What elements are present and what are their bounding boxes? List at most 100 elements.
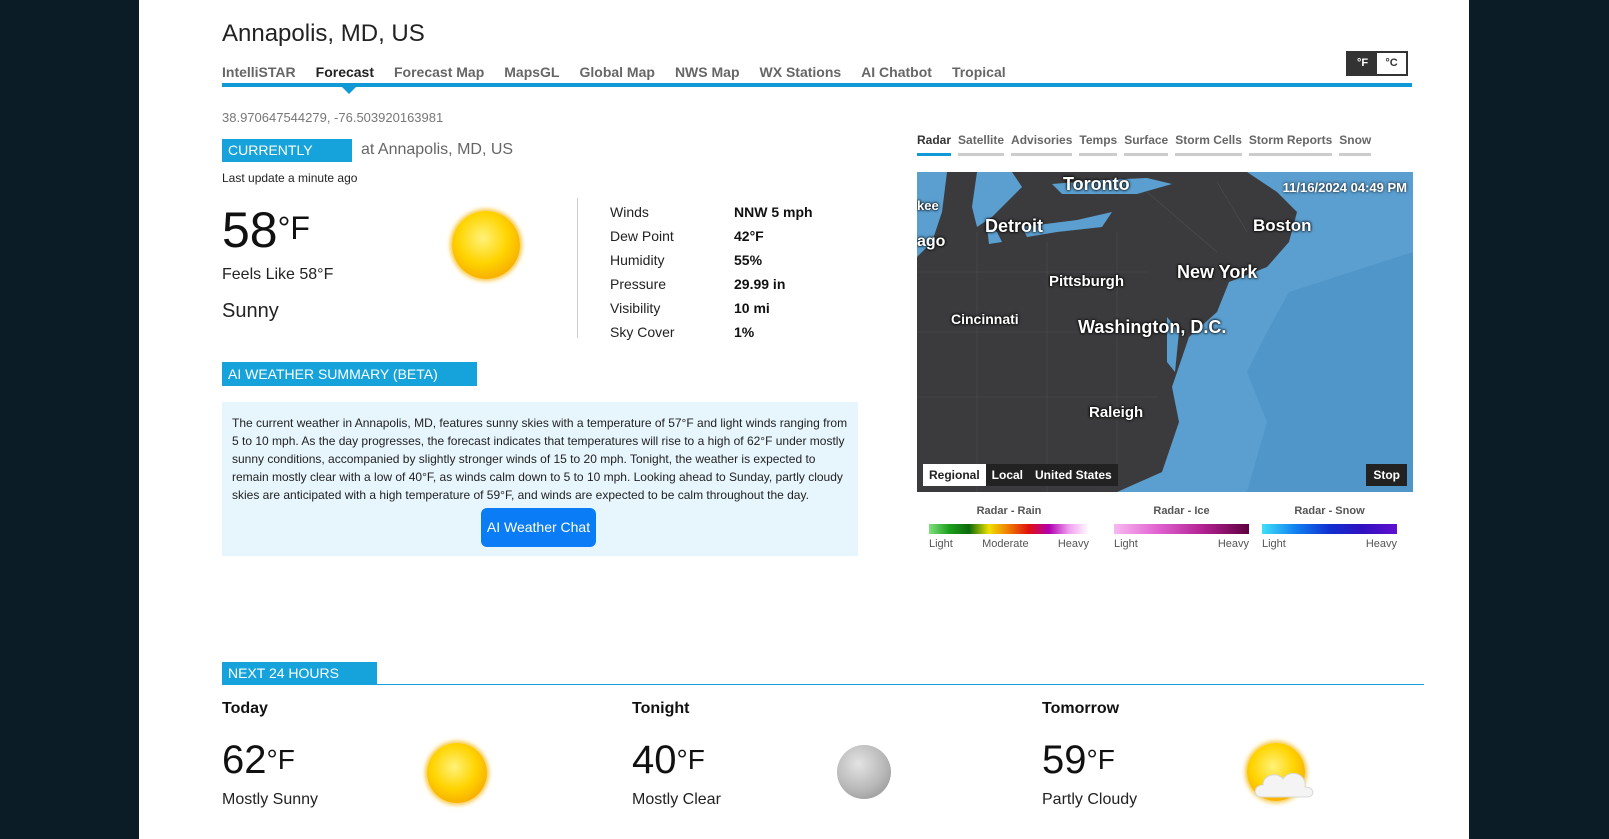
current-condition: Sunny xyxy=(222,300,279,322)
unit-f-option[interactable]: °F xyxy=(1348,53,1377,74)
map-scope-buttons: Regional Local United States xyxy=(923,464,1118,486)
feels-like: Feels Like 58°F xyxy=(222,266,334,283)
map-tab-storm-cells[interactable]: Storm Cells xyxy=(1175,133,1242,156)
moon-icon xyxy=(837,745,891,799)
tab-tropical[interactable]: Tropical xyxy=(952,64,1006,80)
detail-row: Humidity 55% xyxy=(610,248,813,272)
active-tab-caret-icon xyxy=(342,87,356,94)
legend-rain-bar xyxy=(929,524,1089,534)
detail-key: Winds xyxy=(610,204,649,220)
tab-intellistar[interactable]: IntelliSTAR xyxy=(222,64,296,80)
detail-value: 42°F xyxy=(734,228,764,244)
detail-value: 55% xyxy=(734,252,763,268)
forecast-period-tomorrow: Tomorrow 59°F Partly Cloudy xyxy=(1042,700,1382,830)
last-update: Last update a minute ago xyxy=(222,171,358,185)
map-tab-temps[interactable]: Temps xyxy=(1079,133,1118,156)
tab-nws-map[interactable]: NWS Map xyxy=(675,64,740,80)
tab-global-map[interactable]: Global Map xyxy=(579,64,654,80)
page-container: Annapolis, MD, US °F °C IntelliSTAR Fore… xyxy=(139,0,1469,839)
scope-us-button[interactable]: United States xyxy=(1029,464,1118,486)
scope-regional-button[interactable]: Regional xyxy=(923,464,986,486)
legend-title: Radar - Snow xyxy=(1294,505,1365,517)
section-divider xyxy=(222,684,1424,685)
forecast-period-tonight: Tonight 40°F Mostly Clear xyxy=(632,700,972,830)
radar-map[interactable]: Toronto Detroit kee ago Boston Pittsburg… xyxy=(917,172,1413,492)
period-temperature: 40°F xyxy=(632,740,705,780)
page-title: Annapolis, MD, US xyxy=(222,20,425,47)
map-city-label: ago xyxy=(917,233,946,250)
map-tab-advisories[interactable]: Advisories xyxy=(1011,133,1073,156)
legend-rain: Radar - Rain Light Moderate Heavy xyxy=(929,505,1089,550)
detail-row: Winds NNW 5 mph xyxy=(610,200,813,224)
detail-value: NNW 5 mph xyxy=(734,204,813,220)
legend-snow-bar xyxy=(1262,524,1397,534)
ai-weather-chat-button[interactable]: AI Weather Chat xyxy=(481,508,596,547)
legend-ice: Radar - Ice Light Heavy xyxy=(1114,505,1249,550)
map-tab-snow[interactable]: Snow xyxy=(1339,133,1372,156)
ai-summary-text: The current weather in Annapolis, MD, fe… xyxy=(232,416,848,502)
stop-animation-button[interactable]: Stop xyxy=(1366,464,1407,486)
legend-ticks: Light Moderate Heavy xyxy=(929,538,1089,550)
sun-icon xyxy=(452,211,520,279)
tab-mapsgl[interactable]: MapsGL xyxy=(504,64,559,80)
map-tab-radar[interactable]: Radar xyxy=(917,133,952,156)
legend-title: Radar - Rain xyxy=(976,505,1042,517)
period-temp-unit: °F xyxy=(1086,744,1115,775)
detail-key: Pressure xyxy=(610,276,667,292)
period-name: Tomorrow xyxy=(1042,700,1120,717)
period-condition: Partly Cloudy xyxy=(1042,791,1138,808)
map-tabs: Radar Satellite Advisories Temps Surface… xyxy=(917,133,1378,156)
map-city-label: Toronto xyxy=(1063,174,1130,194)
map-tab-satellite[interactable]: Satellite xyxy=(958,133,1005,156)
current-temperature: 58°F xyxy=(222,205,310,255)
period-name: Tonight xyxy=(632,700,690,717)
tab-forecast-map[interactable]: Forecast Map xyxy=(394,64,484,80)
radar-timestamp: 11/16/2024 04:49 PM xyxy=(1282,180,1407,195)
coordinates: 38.970647544279, -76.503920163981 xyxy=(222,110,444,125)
main-nav-tabs: IntelliSTAR Forecast Forecast Map MapsGL… xyxy=(222,64,1026,80)
map-city-label: New York xyxy=(1177,262,1258,282)
legend-title: Radar - Ice xyxy=(1153,505,1210,517)
detail-key: Humidity xyxy=(610,252,665,268)
detail-key: Sky Cover xyxy=(610,324,675,340)
detail-key: Dew Point xyxy=(610,228,674,244)
period-temp-value: 59 xyxy=(1042,738,1087,782)
currently-label: CURRENTLY xyxy=(222,139,352,162)
map-tab-storm-reports[interactable]: Storm Reports xyxy=(1248,133,1333,156)
period-temperature: 62°F xyxy=(222,740,295,780)
detail-row: Pressure 29.99 in xyxy=(610,272,813,296)
map-city-label: Pittsburgh xyxy=(1049,273,1124,290)
scope-local-button[interactable]: Local xyxy=(985,464,1030,486)
tab-ai-chatbot[interactable]: AI Chatbot xyxy=(861,64,932,80)
legend-tick: Light xyxy=(929,538,953,550)
period-name: Today xyxy=(222,700,268,717)
legend-snow: Radar - Snow Light Heavy xyxy=(1262,505,1397,550)
divider xyxy=(577,198,578,338)
legend-ticks: Light Heavy xyxy=(1262,538,1397,550)
legend-tick: Light xyxy=(1114,538,1138,550)
map-city-label: Cincinnati xyxy=(951,311,1019,327)
ai-summary-label: AI WEATHER SUMMARY (BETA) xyxy=(222,362,477,386)
period-temperature: 59°F xyxy=(1042,740,1115,780)
detail-row: Visibility 10 mi xyxy=(610,296,813,320)
detail-value: 1% xyxy=(734,324,755,340)
current-details: Winds NNW 5 mph Dew Point 42°F Humidity 55%… xyxy=(610,200,813,344)
legend-tick: Light xyxy=(1262,538,1286,550)
current-location: at Annapolis, MD, US xyxy=(361,141,514,158)
legend-ticks: Light Heavy xyxy=(1114,538,1249,550)
legend-ice-bar xyxy=(1114,524,1249,534)
tab-forecast[interactable]: Forecast xyxy=(316,64,374,80)
tab-wx-stations[interactable]: WX Stations xyxy=(760,64,842,80)
unit-toggle[interactable]: °F °C xyxy=(1346,51,1408,76)
detail-row: Dew Point 42°F xyxy=(610,224,813,248)
detail-key: Visibility xyxy=(610,300,661,316)
detail-value: 29.99 in xyxy=(734,276,786,292)
map-city-label: Washington, D.C. xyxy=(1078,317,1227,337)
legend-tick: Moderate xyxy=(982,538,1029,550)
nav-underline xyxy=(222,83,1412,87)
unit-c-option[interactable]: °C xyxy=(1377,53,1406,74)
sun-icon xyxy=(427,743,487,803)
period-temp-value: 40 xyxy=(632,738,677,782)
period-temp-unit: °F xyxy=(266,744,295,775)
map-tab-surface[interactable]: Surface xyxy=(1124,133,1169,156)
